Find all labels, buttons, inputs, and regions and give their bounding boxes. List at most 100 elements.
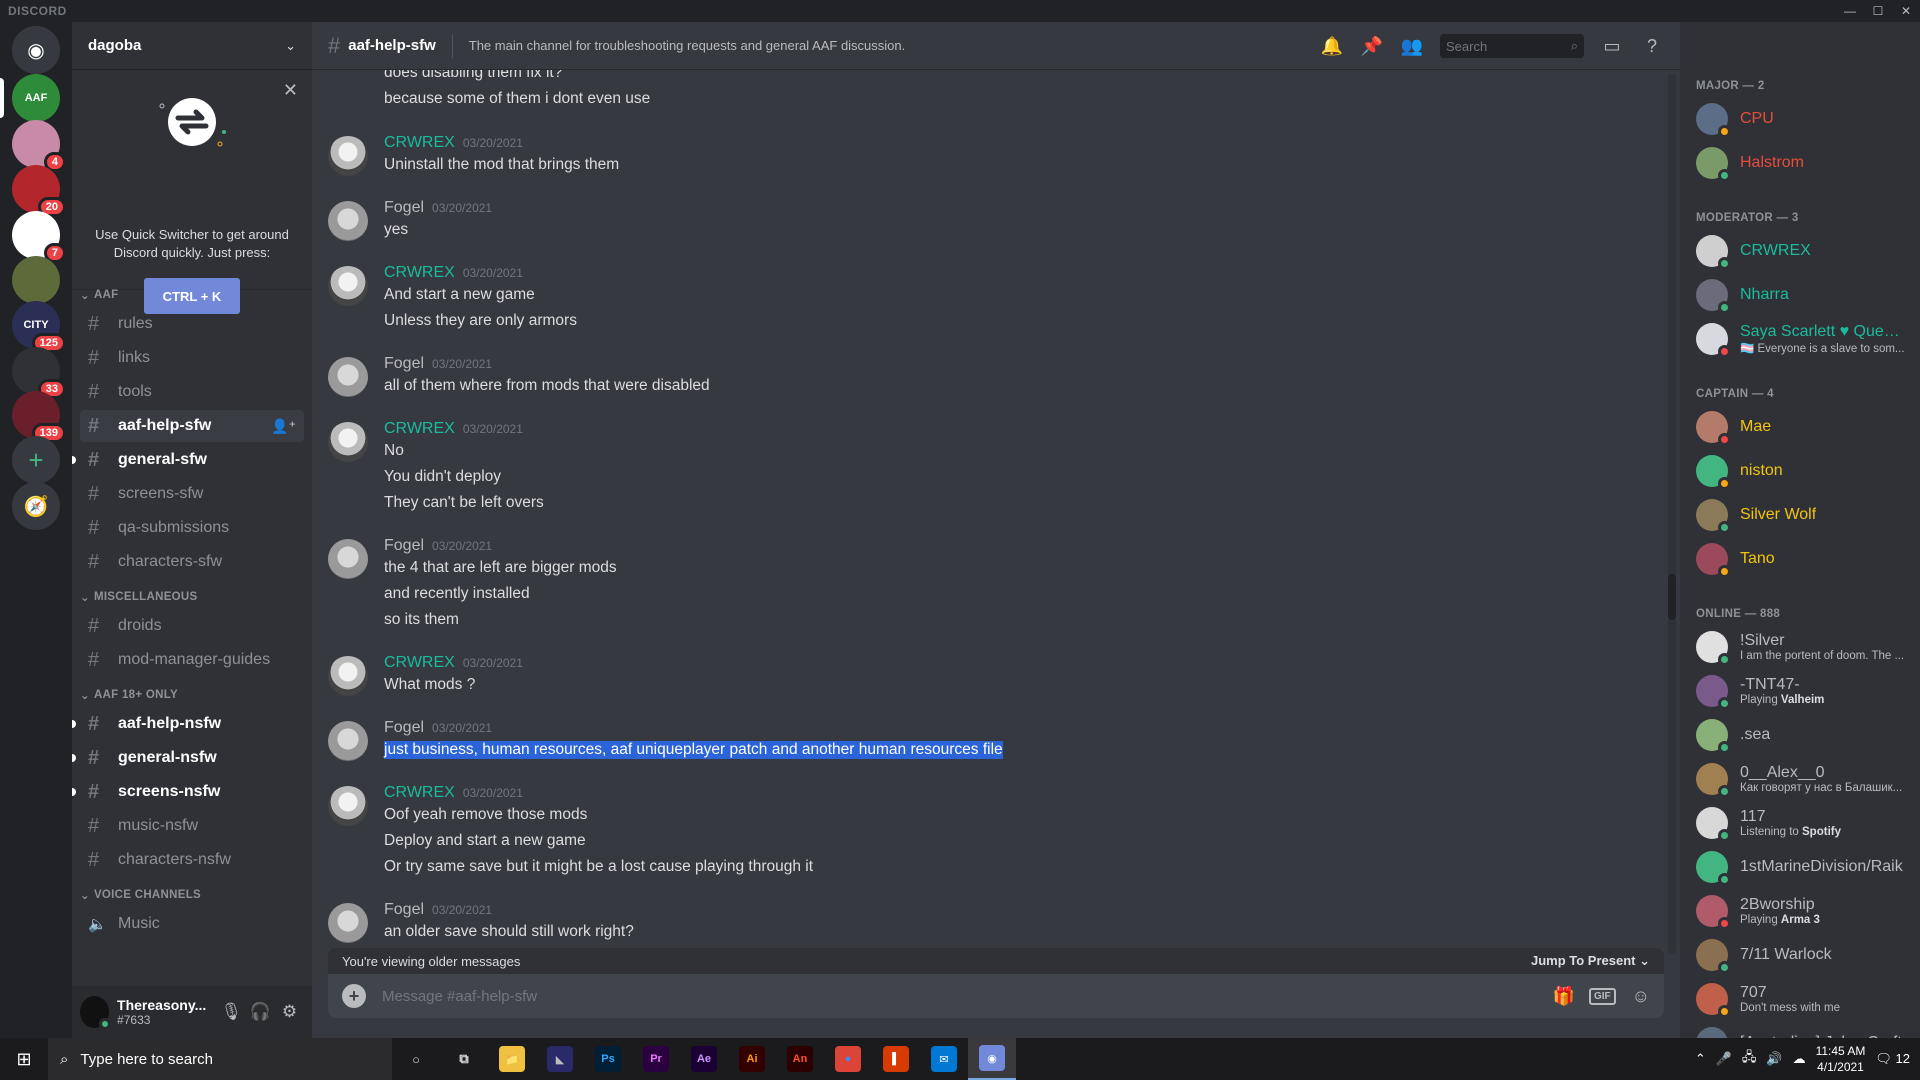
member-item[interactable]: CPU: [1688, 98, 1912, 140]
taskbar-app-after-effects[interactable]: Ae: [680, 1038, 728, 1080]
avatar[interactable]: [328, 656, 368, 696]
server-icon-anime[interactable]: 4: [12, 120, 66, 172]
channel-screens-nsfw[interactable]: # screens-nsfw: [72, 776, 304, 808]
gear-icon[interactable]: ⚙: [275, 996, 304, 1028]
channel-characters-nsfw[interactable]: # characters-nsfw: [80, 844, 304, 876]
taskbar-app-animate[interactable]: An: [776, 1038, 824, 1080]
headphones-icon[interactable]: 🎧: [246, 996, 275, 1028]
channel-topic[interactable]: The main channel for troubleshooting req…: [469, 38, 905, 53]
avatar[interactable]: [328, 539, 368, 579]
category-aaf-18-only[interactable]: ⌄ AAF 18+ ONLY: [80, 688, 178, 702]
channel-music[interactable]: 🔈 Music: [80, 908, 304, 940]
channel-qa-submissions[interactable]: # qa-submissions: [80, 512, 304, 544]
avatar[interactable]: [328, 266, 368, 306]
add-server-button[interactable]: +: [12, 436, 60, 484]
member-item[interactable]: -TNT47- Playing Valheim: [1688, 670, 1912, 712]
microphone-icon[interactable]: 🎤: [1716, 1051, 1732, 1067]
server-icon-creature[interactable]: [12, 256, 60, 304]
avatar[interactable]: [328, 786, 368, 826]
notification-center-icon[interactable]: 🗨 12: [1875, 1051, 1910, 1067]
avatar[interactable]: [328, 201, 368, 241]
member-item[interactable]: [Australian] JohnyCraft: [1688, 1022, 1912, 1038]
server-icon-hero[interactable]: 139: [12, 391, 66, 443]
channel-general-nsfw[interactable]: # general-nsfw: [72, 742, 304, 774]
inbox-icon[interactable]: ▭: [1600, 36, 1624, 57]
channel-rules[interactable]: # rules: [80, 308, 304, 340]
taskbar-app-photoshop[interactable]: Ps: [584, 1038, 632, 1080]
avatar[interactable]: [328, 721, 368, 761]
member-item[interactable]: Saya Scarlett ♥ Queen ... 🏳️‍⚧️ Everyone …: [1688, 318, 1912, 360]
channel-tools[interactable]: # tools: [80, 376, 304, 408]
member-item[interactable]: 2Bworship Playing Arma 3: [1688, 890, 1912, 932]
taskbar-app-premiere[interactable]: Pr: [632, 1038, 680, 1080]
upload-plus-icon[interactable]: +: [342, 984, 366, 1008]
channel-music-nsfw[interactable]: # music-nsfw: [80, 810, 304, 842]
avatar[interactable]: [80, 996, 112, 1030]
volume-icon[interactable]: 🔊: [1766, 1051, 1782, 1067]
message-input[interactable]: [382, 987, 1537, 1005]
member-item[interactable]: Mae: [1688, 406, 1912, 448]
author-name[interactable]: Fogel: [384, 719, 424, 737]
member-item[interactable]: 1stMarineDivision/Raik: [1688, 846, 1912, 888]
channel-aaf-help-nsfw[interactable]: # aaf-help-nsfw: [72, 708, 304, 740]
emoji-icon[interactable]: ☺: [1632, 986, 1650, 1007]
server-icon-red-lips[interactable]: 20: [12, 165, 66, 217]
author-name[interactable]: CRWREX: [384, 654, 455, 672]
server-icon-leaf[interactable]: 33: [12, 347, 66, 399]
gif-button[interactable]: GIF: [1588, 987, 1616, 1005]
mute-microphone-icon[interactable]: 🎙: [217, 996, 246, 1028]
network-icon[interactable]: 🖧: [1742, 1048, 1757, 1070]
author-name[interactable]: CRWREX: [384, 784, 455, 802]
channel-links[interactable]: # links: [80, 342, 304, 374]
close-window-button[interactable]: ✕: [1892, 0, 1920, 22]
channel-screens-sfw[interactable]: # screens-sfw: [80, 478, 304, 510]
server-icon-city[interactable]: CITY 125: [12, 301, 66, 353]
channel-characters-sfw[interactable]: # characters-sfw: [80, 546, 304, 578]
channel-droids[interactable]: # droids: [80, 610, 304, 642]
server-icon-aaf[interactable]: AAF: [12, 74, 60, 122]
taskbar-app-explorer[interactable]: 📁: [488, 1038, 536, 1080]
member-item[interactable]: .sea: [1688, 714, 1912, 756]
member-list-icon[interactable]: 👥: [1400, 36, 1424, 57]
author-name[interactable]: CRWREX: [384, 264, 455, 282]
avatar[interactable]: [328, 136, 368, 176]
cortana-icon[interactable]: ○: [392, 1038, 440, 1080]
member-item[interactable]: !Silver I am the portent of doom. The ...: [1688, 626, 1912, 668]
search-input[interactable]: Search ⌕: [1440, 34, 1584, 58]
member-item[interactable]: Nharra: [1688, 274, 1912, 316]
member-item[interactable]: Halstrom: [1688, 142, 1912, 184]
help-icon[interactable]: ?: [1640, 36, 1664, 57]
category-miscellaneous[interactable]: ⌄ MISCELLANEOUS: [80, 590, 198, 604]
taskbar-search-input[interactable]: ⌕ Type here to search: [48, 1038, 392, 1080]
member-item[interactable]: Silver Wolf: [1688, 494, 1912, 536]
member-item[interactable]: niston: [1688, 450, 1912, 492]
author-name[interactable]: Fogel: [384, 355, 424, 373]
avatar[interactable]: [328, 357, 368, 397]
category-aaf[interactable]: ⌄ AAF: [80, 288, 118, 302]
gift-icon[interactable]: 🎁: [1553, 986, 1575, 1007]
avatar[interactable]: [328, 422, 368, 462]
windows-start-icon[interactable]: ⊞: [0, 1038, 48, 1080]
channel-aaf-help-sfw[interactable]: # aaf-help-sfw 👤⁺: [80, 410, 304, 442]
avatar[interactable]: [328, 903, 368, 943]
guild-header[interactable]: dagoba ⌄: [72, 22, 312, 70]
maximize-button[interactable]: ☐: [1864, 0, 1892, 22]
author-name[interactable]: Fogel: [384, 901, 424, 919]
bell-icon[interactable]: 🔔: [1320, 36, 1344, 57]
author-name[interactable]: Fogel: [384, 199, 424, 217]
onedrive-icon[interactable]: ☁: [1793, 1051, 1806, 1067]
pin-icon[interactable]: 📌: [1360, 36, 1384, 57]
invite-member-icon[interactable]: 👤⁺: [271, 418, 296, 435]
author-name[interactable]: CRWREX: [384, 420, 455, 438]
taskbar-app-vs[interactable]: ◣: [536, 1038, 584, 1080]
jump-to-present-button[interactable]: Jump To Present ⌄: [1531, 953, 1650, 969]
member-item[interactable]: 117 Listening to Spotify: [1688, 802, 1912, 844]
channel-mod-manager-guides[interactable]: # mod-manager-guides: [80, 644, 304, 676]
taskbar-app-mail[interactable]: ✉: [920, 1038, 968, 1080]
member-item[interactable]: 7/11 Warlock: [1688, 934, 1912, 976]
chevron-up-icon[interactable]: ⌃: [1695, 1051, 1706, 1067]
category-voice-channels[interactable]: ⌄ VOICE CHANNELS: [80, 888, 201, 902]
member-item[interactable]: CRWREX: [1688, 230, 1912, 272]
author-name[interactable]: CRWREX: [384, 134, 455, 152]
scrollbar-thumb[interactable]: [1668, 574, 1676, 620]
